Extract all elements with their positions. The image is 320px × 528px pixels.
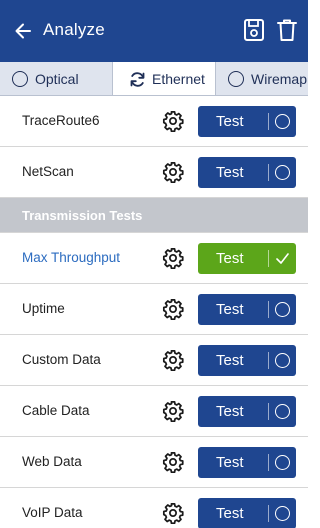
test-button[interactable]: Test: [198, 396, 296, 427]
test-button-label: Test: [216, 505, 244, 522]
gear-icon[interactable]: [162, 110, 184, 132]
list-item: NetScan Test: [0, 147, 308, 198]
connection-tabs: Optical Ethernet Wiremap: [0, 62, 308, 96]
list-item: Max Throughput Test: [0, 233, 308, 284]
status-circle-icon: [275, 114, 290, 129]
test-button-label: Test: [216, 352, 244, 369]
button-divider: [268, 301, 269, 318]
test-button-label: Test: [216, 164, 244, 181]
test-list: TraceRoute6 Test NetScan Test Transmissi…: [0, 96, 308, 528]
arrow-left-icon[interactable]: [14, 22, 32, 40]
section-title: Transmission Tests: [22, 208, 143, 223]
button-divider: [268, 403, 269, 420]
gear-icon[interactable]: [162, 247, 184, 269]
gear-icon[interactable]: [162, 349, 184, 371]
test-label: Custom Data: [22, 352, 101, 367]
test-button[interactable]: Test: [198, 447, 296, 478]
status-circle-icon: [275, 404, 290, 419]
status-circle-icon: [275, 455, 290, 470]
list-item: Custom Data Test: [0, 335, 308, 386]
list-item: TraceRoute6 Test: [0, 96, 308, 147]
gear-icon[interactable]: [162, 298, 184, 320]
list-item: Uptime Test: [0, 284, 308, 335]
tab-optical[interactable]: Optical: [12, 62, 79, 95]
status-circle-icon: [275, 302, 290, 317]
test-label: TraceRoute6: [22, 113, 100, 128]
button-divider: [268, 505, 269, 522]
tab-label: Optical: [35, 71, 79, 87]
gear-icon[interactable]: [162, 451, 184, 473]
test-button[interactable]: Test: [198, 243, 296, 274]
status-circle-icon: [275, 165, 290, 180]
test-button[interactable]: Test: [198, 106, 296, 137]
button-divider: [268, 352, 269, 369]
status-circle-icon: [275, 506, 290, 521]
button-divider: [268, 454, 269, 471]
test-button-label: Test: [216, 250, 244, 267]
radio-icon: [228, 71, 244, 87]
test-button[interactable]: Test: [198, 294, 296, 325]
page-title: Analyze: [43, 20, 105, 39]
list-item: Cable Data Test: [0, 386, 308, 437]
list-item: VoIP Data Test: [0, 488, 308, 528]
test-button[interactable]: Test: [198, 157, 296, 188]
test-button[interactable]: Test: [198, 498, 296, 528]
button-divider: [268, 250, 269, 267]
tab-wiremap[interactable]: Wiremap: [228, 62, 308, 95]
test-button-label: Test: [216, 454, 244, 471]
save-icon[interactable]: [243, 18, 265, 42]
test-label: VoIP Data: [22, 505, 83, 520]
test-label: NetScan: [22, 164, 74, 179]
test-label: Max Throughput: [22, 250, 121, 265]
tab-label: Ethernet: [152, 71, 205, 87]
test-button[interactable]: Test: [198, 345, 296, 376]
test-label: Cable Data: [22, 403, 90, 418]
list-item: Web Data Test: [0, 437, 308, 488]
test-button-label: Test: [216, 301, 244, 318]
refresh-icon: [130, 71, 145, 87]
status-circle-icon: [275, 353, 290, 368]
app-header: Analyze: [0, 0, 308, 62]
tab-label: Wiremap: [251, 71, 308, 87]
gear-icon[interactable]: [162, 161, 184, 183]
checkmark-icon: [276, 253, 289, 264]
test-label: Web Data: [22, 454, 82, 469]
tab-ethernet[interactable]: Ethernet: [112, 62, 216, 95]
test-button-label: Test: [216, 403, 244, 420]
section-header: Transmission Tests: [0, 198, 308, 233]
test-button-label: Test: [216, 113, 244, 130]
button-divider: [268, 113, 269, 130]
button-divider: [268, 164, 269, 181]
radio-icon: [12, 71, 28, 87]
trash-icon[interactable]: [276, 18, 298, 42]
gear-icon[interactable]: [162, 400, 184, 422]
gear-icon[interactable]: [162, 502, 184, 524]
test-label: Uptime: [22, 301, 65, 316]
